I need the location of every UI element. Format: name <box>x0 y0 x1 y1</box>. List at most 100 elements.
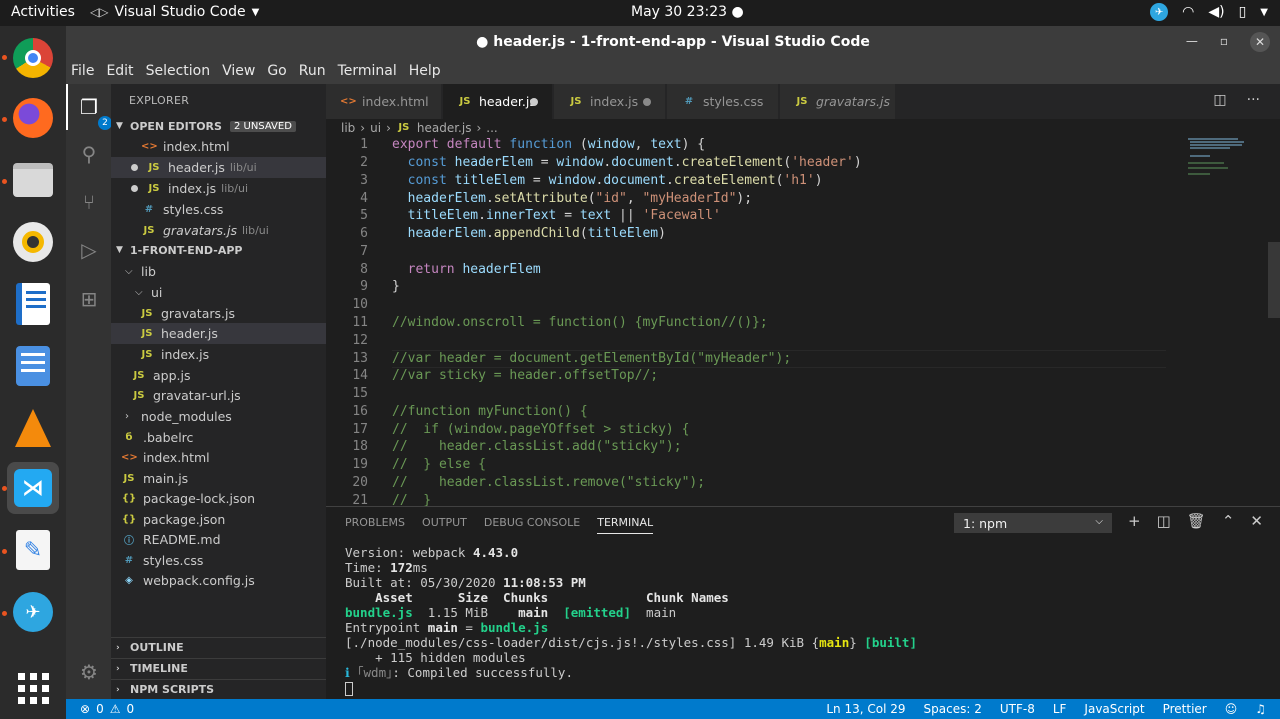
language-mode[interactable]: JavaScript <box>1084 702 1144 716</box>
tree-file-gravatar-url-js[interactable]: JS gravatar-url.js <box>111 385 326 406</box>
activities-button[interactable]: Activities <box>11 4 75 20</box>
tab-debug-console[interactable]: DEBUG CONSOLE <box>484 516 580 534</box>
open-editor-styles-css[interactable]: # styles.css <box>111 199 326 220</box>
code-line-9[interactable]: } <box>392 279 400 294</box>
tree-file-babelrc[interactable]: б .babelrc <box>111 427 326 448</box>
tree-file-readme[interactable]: ⓘ README.md <box>111 529 326 550</box>
tree-file-gravatars-js[interactable]: JS gravatars.js <box>111 303 326 324</box>
code-line-16[interactable]: //function myFunction() { <box>392 404 588 419</box>
maximize-button[interactable]: ▫ <box>1220 34 1228 52</box>
open-editor-gravatars-js[interactable]: JS gravatars.js lib/ui <box>111 220 326 241</box>
code-line-19[interactable]: // } else { <box>392 457 486 472</box>
open-editor-header-js[interactable]: JS header.js lib/ui <box>111 157 326 178</box>
app-menu[interactable]: ◁▷ Visual Studio Code ▼ <box>90 4 259 20</box>
tab-problems[interactable]: PROBLEMS <box>345 516 405 534</box>
problems-indicator[interactable]: ⊗ 0 ⚠ 0 <box>80 702 134 716</box>
indentation[interactable]: Spaces: 2 <box>924 702 982 716</box>
code-line-18[interactable]: // header.classList.add("sticky"); <box>392 439 682 454</box>
menu-edit[interactable]: Edit <box>106 60 139 84</box>
terminal-select[interactable]: 1: npm ⌵ <box>954 513 1112 533</box>
tab-index-js[interactable]: JS index.js <box>554 84 666 119</box>
volume-icon[interactable]: ◀) <box>1208 4 1224 20</box>
tab-styles-css[interactable]: # styles.css <box>667 84 779 119</box>
chrome-icon[interactable] <box>7 32 59 84</box>
tree-folder-lib[interactable]: ⌵ lib <box>111 261 326 282</box>
vlc-icon[interactable] <box>7 402 59 454</box>
open-editor-index-js[interactable]: JS index.js lib/ui <box>111 178 326 199</box>
breadcrumb-file[interactable]: header.js <box>417 121 472 135</box>
run-debug-icon[interactable]: ▷ <box>76 237 102 263</box>
code-line-20[interactable]: // header.classList.remove("sticky"); <box>392 475 705 490</box>
code-line-11[interactable]: //window.onscroll = function() {myFuncti… <box>392 315 768 330</box>
unsaved-dot[interactable] <box>643 98 651 106</box>
power-menu-icon[interactable]: ▼ <box>1260 7 1268 18</box>
tree-folder-ui[interactable]: ⌵ ui <box>111 282 326 303</box>
tree-file-index-js[interactable]: JS index.js <box>111 344 326 365</box>
open-editors-section[interactable]: ▼ OPEN EDITORS 2 UNSAVED <box>111 116 326 136</box>
writer-icon[interactable] <box>7 278 59 330</box>
gear-icon[interactable]: ⚙ <box>76 659 102 685</box>
firefox-icon[interactable] <box>7 92 59 144</box>
window-title-bar[interactable]: ● header.js - 1-front-end-app - Visual S… <box>66 26 1280 60</box>
code-line-21[interactable]: // } <box>392 493 431 506</box>
tab-header-js[interactable]: JS header.js <box>443 84 553 119</box>
menu-view[interactable]: View <box>222 60 261 84</box>
tree-file-main-js[interactable]: JS main.js <box>111 468 326 489</box>
code-line-5[interactable]: titleElem.innerText = text || 'Facewall' <box>392 208 721 223</box>
clock[interactable]: May 30 23:23 ● <box>631 4 744 20</box>
files-icon[interactable] <box>7 154 59 206</box>
split-editor-icon[interactable]: ◫ <box>1213 92 1226 108</box>
end-of-line[interactable]: LF <box>1053 702 1067 716</box>
tree-folder-node-modules[interactable]: › node_modules <box>111 406 326 427</box>
code-line-3[interactable]: const titleElem = window.document.create… <box>392 173 823 188</box>
outline-section[interactable]: › OUTLINE <box>111 637 326 657</box>
rhythmbox-icon[interactable] <box>7 216 59 268</box>
code-line-17[interactable]: // if (window.pageYOffset > sticky) { <box>392 422 689 437</box>
breadcrumb-more[interactable]: ... <box>486 121 497 135</box>
tree-file-styles-css[interactable]: # styles.css <box>111 550 326 571</box>
more-actions-icon[interactable]: ··· <box>1247 92 1260 108</box>
close-panel-icon[interactable]: ✕ <box>1250 512 1263 530</box>
minimize-button[interactable]: — <box>1186 34 1198 52</box>
tree-file-header-js[interactable]: JS header.js <box>111 323 326 344</box>
search-icon[interactable]: ⚲ <box>76 141 102 167</box>
menu-run[interactable]: Run <box>299 60 332 84</box>
system-tray[interactable]: ✈ ◠ ◀) ▯ ▼ <box>1150 3 1268 21</box>
project-section[interactable]: ▼ 1-FRONT-END-APP <box>111 240 326 260</box>
tab-gravatars-js[interactable]: JS gravatars.js <box>780 84 896 119</box>
npm-scripts-section[interactable]: › NPM SCRIPTS <box>111 679 326 699</box>
close-button[interactable]: ✕ <box>1250 32 1270 52</box>
code-line-13[interactable]: //var header = document.getElementById("… <box>392 351 791 366</box>
source-control-icon[interactable]: ⑂ <box>76 189 102 215</box>
cursor-position[interactable]: Ln 13, Col 29 <box>826 702 905 716</box>
breadcrumb-lib[interactable]: lib <box>341 121 355 135</box>
telegram-icon[interactable]: ✈ <box>7 586 59 638</box>
tree-file-package-json[interactable]: {} package.json <box>111 509 326 530</box>
explorer-icon[interactable]: ❐ 2 <box>76 94 112 130</box>
menu-selection[interactable]: Selection <box>146 60 217 84</box>
tasks-icon[interactable] <box>7 340 59 392</box>
apps-grid-icon[interactable] <box>7 662 59 714</box>
code-line-4[interactable]: headerElem.setAttribute("id", "myHeaderI… <box>392 191 752 206</box>
split-terminal-icon[interactable]: ◫ <box>1157 512 1171 530</box>
code-line-2[interactable]: const headerElem = window.document.creat… <box>392 155 862 170</box>
wifi-icon[interactable]: ◠ <box>1182 4 1194 20</box>
encoding[interactable]: UTF-8 <box>1000 702 1035 716</box>
tree-file-webpack-config[interactable]: ◈ webpack.config.js <box>111 570 326 591</box>
tab-terminal[interactable]: TERMINAL <box>597 516 654 534</box>
breadcrumb-ui[interactable]: ui <box>370 121 381 135</box>
tab-index-html[interactable]: <> index.html <box>326 84 442 119</box>
tree-file-app-js[interactable]: JS app.js <box>111 365 326 386</box>
code-line-14[interactable]: //var sticky = header.offsetTop//; <box>392 368 658 383</box>
telegram-tray-icon[interactable]: ✈ <box>1150 3 1169 21</box>
tree-file-package-lock-json[interactable]: {} package-lock.json <box>111 488 326 509</box>
code-editor[interactable]: 1 2 3 4 5 6 7 8 9 10 11 12 13 14 15 16 17 18 19 20 21 export… <box>326 136 1280 506</box>
open-editor-index-html[interactable]: <> index.html <box>111 136 326 157</box>
tab-output[interactable]: OUTPUT <box>422 516 467 534</box>
code-line-6[interactable]: headerElem.appendChild(titleElem) <box>392 226 666 241</box>
code-line-8[interactable]: return headerElem <box>392 262 541 277</box>
menu-terminal[interactable]: Terminal <box>338 60 403 84</box>
terminal-output[interactable]: Version: webpack 4.43.0 Time: 172ms Buil… <box>345 545 917 696</box>
new-terminal-icon[interactable]: + <box>1128 512 1141 530</box>
tree-file-index-html[interactable]: <> index.html <box>111 447 326 468</box>
